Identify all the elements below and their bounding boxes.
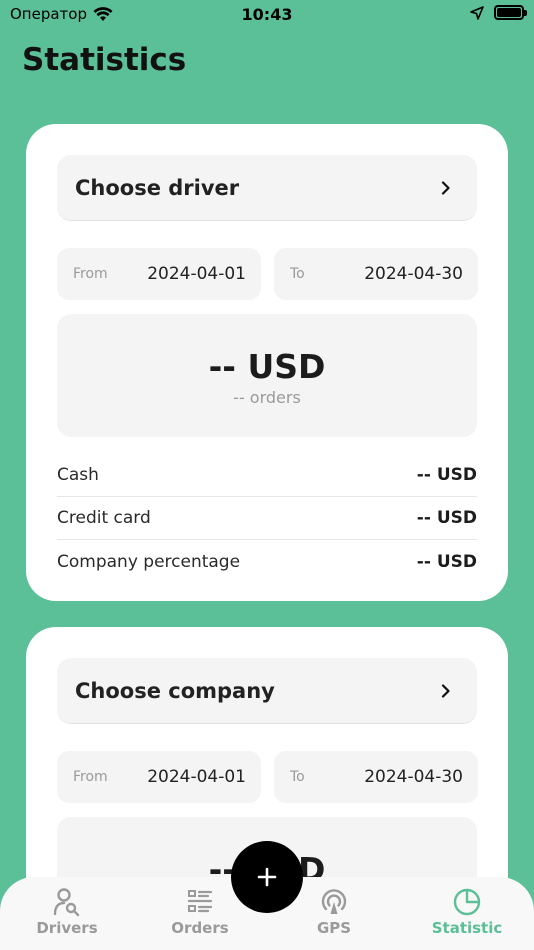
row-label: Company percentage [57, 551, 241, 572]
row-value: -- USD [416, 508, 477, 528]
choose-company-button[interactable]: Choose company [57, 658, 477, 724]
page-title: Statistics [22, 42, 187, 78]
breakdown-row-cash: Cash -- USD [57, 454, 477, 497]
breakdown-row-credit-card: Credit card -- USD [57, 497, 477, 540]
date-to-label: To [290, 266, 305, 282]
status-right [470, 5, 527, 20]
add-button[interactable] [231, 841, 303, 913]
date-from-value: 2024-04-01 [147, 767, 246, 787]
driver-total-orders: -- orders [233, 388, 301, 407]
list-icon [187, 890, 213, 913]
chevron-right-icon [441, 180, 450, 195]
driver-date-from-field[interactable]: From 2024-04-01 [57, 248, 261, 300]
tab-drivers[interactable]: Drivers [17, 887, 117, 937]
row-label: Credit card [57, 508, 151, 528]
row-value: -- USD [416, 551, 477, 572]
driver-date-to-field[interactable]: To 2024-04-30 [274, 248, 478, 300]
date-from-value: 2024-04-01 [147, 264, 246, 284]
gps-signal-icon [321, 889, 347, 914]
choose-company-label: Choose company [75, 678, 275, 703]
battery-icon [494, 5, 527, 20]
date-to-value: 2024-04-30 [364, 264, 463, 284]
tab-label: Orders [171, 919, 229, 937]
driver-stats-card: Choose driver From 2024-04-01 To 2024-04… [26, 124, 508, 601]
driver-total-box: -- USD -- orders [57, 314, 477, 437]
breakdown-row-company-percentage: Company percentage -- USD [57, 540, 477, 583]
pie-chart-icon [453, 888, 481, 916]
company-date-to-field[interactable]: To 2024-04-30 [274, 751, 478, 803]
driver-total-amount: -- USD [208, 347, 326, 386]
row-label: Cash [57, 465, 99, 485]
tab-label: Drivers [36, 919, 98, 937]
row-value: -- USD [416, 465, 477, 485]
choose-driver-label: Choose driver [75, 175, 240, 200]
date-from-label: From [73, 769, 108, 785]
plus-icon [257, 867, 277, 887]
date-from-label: From [73, 266, 108, 282]
status-time: 10:43 [241, 5, 293, 24]
company-date-from-field[interactable]: From 2024-04-01 [57, 751, 261, 803]
tab-label: Statistic [431, 919, 503, 937]
date-to-label: To [290, 769, 305, 785]
tab-label: GPS [316, 919, 352, 937]
tab-gps[interactable]: GPS [284, 887, 384, 937]
location-arrow-icon [470, 5, 484, 20]
tab-statistic[interactable]: Statistic [417, 887, 517, 937]
driver-breakdown-list: Cash -- USD Credit card -- USD Company p… [57, 454, 477, 583]
chevron-right-icon [441, 683, 450, 698]
date-to-value: 2024-04-30 [364, 767, 463, 787]
driver-search-icon [53, 888, 80, 917]
status-bar: Оператор 10:43 [0, 0, 534, 28]
choose-driver-button[interactable]: Choose driver [57, 155, 477, 221]
